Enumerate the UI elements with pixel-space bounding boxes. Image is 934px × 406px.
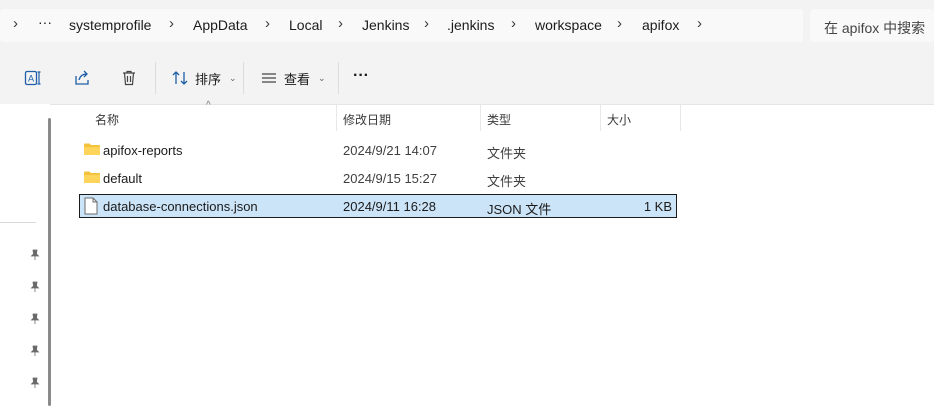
pin-icon bbox=[30, 281, 40, 292]
breadcrumb-systemprofile[interactable]: systemprofile bbox=[69, 17, 151, 33]
chevron-right-icon[interactable]: › bbox=[338, 15, 343, 32]
toolbar-divider bbox=[243, 62, 244, 94]
column-divider[interactable] bbox=[336, 105, 337, 131]
sort-label: 排序 bbox=[195, 71, 222, 87]
file-size: 1 KB bbox=[643, 199, 672, 214]
pin-icon bbox=[30, 249, 40, 260]
file-modified: 2024/9/15 15:27 bbox=[343, 171, 437, 186]
file-row[interactable]: apifox-reports 2024/9/21 14:07 文件夹 bbox=[79, 138, 677, 162]
rename-icon[interactable]: A bbox=[19, 64, 47, 92]
nav-divider bbox=[0, 222, 36, 223]
column-header-type[interactable]: 类型 bbox=[487, 111, 511, 137]
breadcrumb-apifox[interactable]: apifox bbox=[642, 17, 679, 33]
file-row[interactable]: default 2024/9/15 15:27 文件夹 bbox=[79, 166, 677, 190]
chevron-right-icon[interactable]: › bbox=[697, 15, 702, 32]
pin-icon bbox=[30, 345, 40, 356]
breadcrumb-appdata[interactable]: AppData bbox=[193, 17, 247, 33]
chevron-down-icon: ⌄ bbox=[318, 72, 326, 83]
column-header-name[interactable]: 名称 bbox=[95, 111, 119, 137]
chevron-right-icon[interactable]: › bbox=[617, 15, 622, 32]
breadcrumb-local[interactable]: Local bbox=[289, 17, 322, 33]
chevron-down-icon: ⌄ bbox=[229, 72, 237, 83]
breadcrumb-dot-jenkins[interactable]: .jenkins bbox=[447, 17, 494, 33]
chevron-right-icon[interactable]: › bbox=[169, 15, 174, 32]
sort-icon bbox=[172, 71, 188, 85]
file-type: JSON 文件 bbox=[487, 202, 552, 217]
svg-text:A: A bbox=[28, 74, 34, 84]
chevron-right-icon[interactable]: › bbox=[265, 15, 270, 32]
breadcrumb-jenkins[interactable]: Jenkins bbox=[362, 17, 409, 33]
folder-icon bbox=[84, 143, 100, 155]
file-modified: 2024/9/11 16:28 bbox=[343, 199, 437, 214]
column-header-size[interactable]: 大小 bbox=[607, 111, 631, 137]
file-icon bbox=[84, 197, 98, 215]
sort-button[interactable]: 排序 ⌄ bbox=[171, 64, 237, 92]
toolbar-divider bbox=[155, 62, 156, 94]
toolbar-divider bbox=[338, 62, 339, 94]
command-bar: A 排序 ⌄ 查看 ⌄ ··· bbox=[0, 52, 934, 105]
navigation-pane bbox=[0, 104, 50, 406]
file-row-selected[interactable]: database-connections.json 2024/9/11 16:2… bbox=[79, 194, 677, 218]
view-button[interactable]: 查看 ⌄ bbox=[260, 64, 326, 92]
delete-icon[interactable] bbox=[115, 64, 143, 92]
view-label: 查看 bbox=[284, 71, 311, 87]
file-type: 文件夹 bbox=[487, 174, 527, 189]
file-modified: 2024/9/21 14:07 bbox=[343, 143, 437, 158]
column-divider[interactable] bbox=[480, 105, 481, 131]
file-type: 文件夹 bbox=[487, 146, 527, 161]
search-placeholder: 在 apifox 中搜索 bbox=[824, 20, 926, 36]
share-icon[interactable] bbox=[68, 64, 96, 92]
breadcrumb-workspace[interactable]: workspace bbox=[535, 17, 602, 33]
breadcrumb-overflow[interactable]: ··· bbox=[38, 14, 52, 30]
column-divider[interactable] bbox=[600, 105, 601, 131]
nav-scrollbar[interactable] bbox=[48, 118, 51, 406]
pin-icon bbox=[30, 377, 40, 388]
sort-ascending-icon: ^ bbox=[206, 100, 211, 111]
more-icon: ··· bbox=[353, 67, 369, 84]
chevron-right-icon[interactable]: › bbox=[424, 15, 429, 32]
address-bar-row: › ··· systemprofile › AppData › Local › … bbox=[0, 0, 934, 52]
pin-icon bbox=[30, 313, 40, 324]
view-icon bbox=[262, 73, 276, 83]
file-name: apifox-reports bbox=[103, 143, 183, 158]
more-button[interactable]: ··· bbox=[353, 62, 369, 90]
chevron-right-icon[interactable]: › bbox=[511, 15, 516, 32]
chevron-right-icon[interactable]: › bbox=[13, 15, 18, 32]
folder-icon bbox=[84, 171, 100, 183]
column-header-modified[interactable]: 修改日期 bbox=[343, 111, 391, 137]
column-divider[interactable] bbox=[680, 105, 681, 131]
file-name: default bbox=[103, 171, 143, 186]
file-name: database-connections.json bbox=[103, 199, 258, 214]
search-input[interactable]: 在 apifox 中搜索 bbox=[810, 9, 934, 42]
